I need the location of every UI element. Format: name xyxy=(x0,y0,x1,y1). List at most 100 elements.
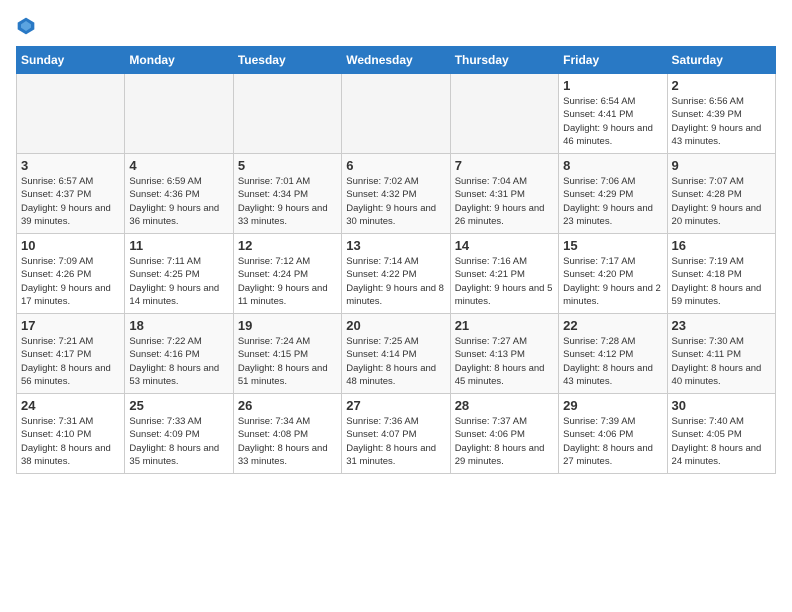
column-header-wednesday: Wednesday xyxy=(342,47,450,74)
day-number: 18 xyxy=(129,318,228,333)
calendar-cell: 15 Sunrise: 7:17 AM Sunset: 4:20 PM Dayli… xyxy=(559,234,667,314)
day-number: 17 xyxy=(21,318,120,333)
calendar-cell: 25 Sunrise: 7:33 AM Sunset: 4:09 PM Dayli… xyxy=(125,394,233,474)
day-number: 24 xyxy=(21,398,120,413)
day-number: 4 xyxy=(129,158,228,173)
day-info: Sunrise: 7:21 AM Sunset: 4:17 PM Dayligh… xyxy=(21,335,120,388)
day-info: Sunrise: 7:25 AM Sunset: 4:14 PM Dayligh… xyxy=(346,335,445,388)
calendar-body: 1Sunrise: 6:54 AM Sunset: 4:41 PM Daylig… xyxy=(17,74,776,474)
calendar-cell: 17 Sunrise: 7:21 AM Sunset: 4:17 PM Dayli… xyxy=(17,314,125,394)
calendar-cell: 7 Sunrise: 7:04 AM Sunset: 4:31 PM Daylig… xyxy=(450,154,558,234)
calendar-cell: 14 Sunrise: 7:16 AM Sunset: 4:21 PM Dayli… xyxy=(450,234,558,314)
day-number: 25 xyxy=(129,398,228,413)
calendar-cell xyxy=(17,74,125,154)
calendar-cell: 2 Sunrise: 6:56 AM Sunset: 4:39 PM Daylig… xyxy=(667,74,775,154)
day-info: Sunrise: 6:56 AM Sunset: 4:39 PM Dayligh… xyxy=(672,95,771,148)
day-number: 11 xyxy=(129,238,228,253)
day-number: 2 xyxy=(672,78,771,93)
day-number: 19 xyxy=(238,318,337,333)
day-info: Sunrise: 7:30 AM Sunset: 4:11 PM Dayligh… xyxy=(672,335,771,388)
calendar-cell: 11Sunrise: 7:11 AM Sunset: 4:25 PM Dayli… xyxy=(125,234,233,314)
day-number: 7 xyxy=(455,158,554,173)
calendar-cell: 23 Sunrise: 7:30 AM Sunset: 4:11 PM Dayli… xyxy=(667,314,775,394)
day-info: Sunrise: 7:01 AM Sunset: 4:34 PM Dayligh… xyxy=(238,175,337,228)
day-number: 23 xyxy=(672,318,771,333)
day-info: Sunrise: 7:12 AM Sunset: 4:24 PM Dayligh… xyxy=(238,255,337,308)
day-number: 27 xyxy=(346,398,445,413)
logo-icon xyxy=(16,16,36,36)
calendar-cell: 16 Sunrise: 7:19 AM Sunset: 4:18 PM Dayli… xyxy=(667,234,775,314)
day-number: 9 xyxy=(672,158,771,173)
calendar-cell xyxy=(342,74,450,154)
day-number: 30 xyxy=(672,398,771,413)
calendar-cell: 22Sunrise: 7:28 AM Sunset: 4:12 PM Dayli… xyxy=(559,314,667,394)
calendar-cell xyxy=(450,74,558,154)
calendar-cell: 1Sunrise: 6:54 AM Sunset: 4:41 PM Daylig… xyxy=(559,74,667,154)
day-info: Sunrise: 7:17 AM Sunset: 4:20 PM Dayligh… xyxy=(563,255,662,308)
calendar-cell: 18 Sunrise: 7:22 AM Sunset: 4:16 PM Dayli… xyxy=(125,314,233,394)
day-number: 15 xyxy=(563,238,662,253)
day-info: Sunrise: 7:07 AM Sunset: 4:28 PM Dayligh… xyxy=(672,175,771,228)
day-number: 5 xyxy=(238,158,337,173)
calendar-cell: 9 Sunrise: 7:07 AM Sunset: 4:28 PM Daylig… xyxy=(667,154,775,234)
day-info: Sunrise: 7:40 AM Sunset: 4:05 PM Dayligh… xyxy=(672,415,771,468)
column-header-saturday: Saturday xyxy=(667,47,775,74)
day-number: 3 xyxy=(21,158,120,173)
column-header-friday: Friday xyxy=(559,47,667,74)
day-info: Sunrise: 7:16 AM Sunset: 4:21 PM Dayligh… xyxy=(455,255,554,308)
calendar-cell: 8Sunrise: 7:06 AM Sunset: 4:29 PM Daylig… xyxy=(559,154,667,234)
calendar-cell: 29 Sunrise: 7:39 AM Sunset: 4:06 PM Dayli… xyxy=(559,394,667,474)
calendar-cell xyxy=(233,74,341,154)
day-info: Sunrise: 6:59 AM Sunset: 4:36 PM Dayligh… xyxy=(129,175,228,228)
day-number: 29 xyxy=(563,398,662,413)
column-header-sunday: Sunday xyxy=(17,47,125,74)
day-number: 22 xyxy=(563,318,662,333)
column-header-thursday: Thursday xyxy=(450,47,558,74)
day-info: Sunrise: 7:04 AM Sunset: 4:31 PM Dayligh… xyxy=(455,175,554,228)
day-info: Sunrise: 7:34 AM Sunset: 4:08 PM Dayligh… xyxy=(238,415,337,468)
calendar-week-1: 3 Sunrise: 6:57 AM Sunset: 4:37 PM Daylig… xyxy=(17,154,776,234)
calendar-cell: 12 Sunrise: 7:12 AM Sunset: 4:24 PM Dayli… xyxy=(233,234,341,314)
calendar-cell: 3 Sunrise: 6:57 AM Sunset: 4:37 PM Daylig… xyxy=(17,154,125,234)
calendar-cell: 20 Sunrise: 7:25 AM Sunset: 4:14 PM Dayli… xyxy=(342,314,450,394)
day-info: Sunrise: 7:02 AM Sunset: 4:32 PM Dayligh… xyxy=(346,175,445,228)
calendar-cell: 4 Sunrise: 6:59 AM Sunset: 4:36 PM Daylig… xyxy=(125,154,233,234)
day-info: Sunrise: 7:33 AM Sunset: 4:09 PM Dayligh… xyxy=(129,415,228,468)
day-info: Sunrise: 7:19 AM Sunset: 4:18 PM Dayligh… xyxy=(672,255,771,308)
calendar-cell: 27Sunrise: 7:36 AM Sunset: 4:07 PM Dayli… xyxy=(342,394,450,474)
calendar-week-0: 1Sunrise: 6:54 AM Sunset: 4:41 PM Daylig… xyxy=(17,74,776,154)
day-number: 13 xyxy=(346,238,445,253)
calendar-cell: 10Sunrise: 7:09 AM Sunset: 4:26 PM Dayli… xyxy=(17,234,125,314)
calendar-week-2: 10Sunrise: 7:09 AM Sunset: 4:26 PM Dayli… xyxy=(17,234,776,314)
day-info: Sunrise: 7:24 AM Sunset: 4:15 PM Dayligh… xyxy=(238,335,337,388)
calendar-table: SundayMondayTuesdayWednesdayThursdayFrid… xyxy=(16,46,776,474)
day-info: Sunrise: 7:27 AM Sunset: 4:13 PM Dayligh… xyxy=(455,335,554,388)
calendar-cell: 5 Sunrise: 7:01 AM Sunset: 4:34 PM Daylig… xyxy=(233,154,341,234)
column-header-monday: Monday xyxy=(125,47,233,74)
calendar-week-3: 17 Sunrise: 7:21 AM Sunset: 4:17 PM Dayli… xyxy=(17,314,776,394)
calendar-week-4: 24 Sunrise: 7:31 AM Sunset: 4:10 PM Dayli… xyxy=(17,394,776,474)
calendar-cell: 24 Sunrise: 7:31 AM Sunset: 4:10 PM Dayli… xyxy=(17,394,125,474)
day-info: Sunrise: 7:39 AM Sunset: 4:06 PM Dayligh… xyxy=(563,415,662,468)
day-info: Sunrise: 7:22 AM Sunset: 4:16 PM Dayligh… xyxy=(129,335,228,388)
day-info: Sunrise: 6:57 AM Sunset: 4:37 PM Dayligh… xyxy=(21,175,120,228)
column-header-tuesday: Tuesday xyxy=(233,47,341,74)
calendar-cell: 19 Sunrise: 7:24 AM Sunset: 4:15 PM Dayli… xyxy=(233,314,341,394)
day-info: Sunrise: 7:37 AM Sunset: 4:06 PM Dayligh… xyxy=(455,415,554,468)
calendar-cell: 6 Sunrise: 7:02 AM Sunset: 4:32 PM Daylig… xyxy=(342,154,450,234)
day-number: 14 xyxy=(455,238,554,253)
calendar-cell: 28Sunrise: 7:37 AM Sunset: 4:06 PM Dayli… xyxy=(450,394,558,474)
day-info: Sunrise: 7:31 AM Sunset: 4:10 PM Dayligh… xyxy=(21,415,120,468)
day-number: 12 xyxy=(238,238,337,253)
day-number: 20 xyxy=(346,318,445,333)
day-number: 26 xyxy=(238,398,337,413)
day-number: 10 xyxy=(21,238,120,253)
calendar-cell: 30 Sunrise: 7:40 AM Sunset: 4:05 PM Dayli… xyxy=(667,394,775,474)
day-info: Sunrise: 6:54 AM Sunset: 4:41 PM Dayligh… xyxy=(563,95,662,148)
logo xyxy=(16,16,40,36)
calendar-cell: 26 Sunrise: 7:34 AM Sunset: 4:08 PM Dayli… xyxy=(233,394,341,474)
day-number: 16 xyxy=(672,238,771,253)
calendar-cell: 13Sunrise: 7:14 AM Sunset: 4:22 PM Dayli… xyxy=(342,234,450,314)
calendar-cell xyxy=(125,74,233,154)
day-number: 6 xyxy=(346,158,445,173)
